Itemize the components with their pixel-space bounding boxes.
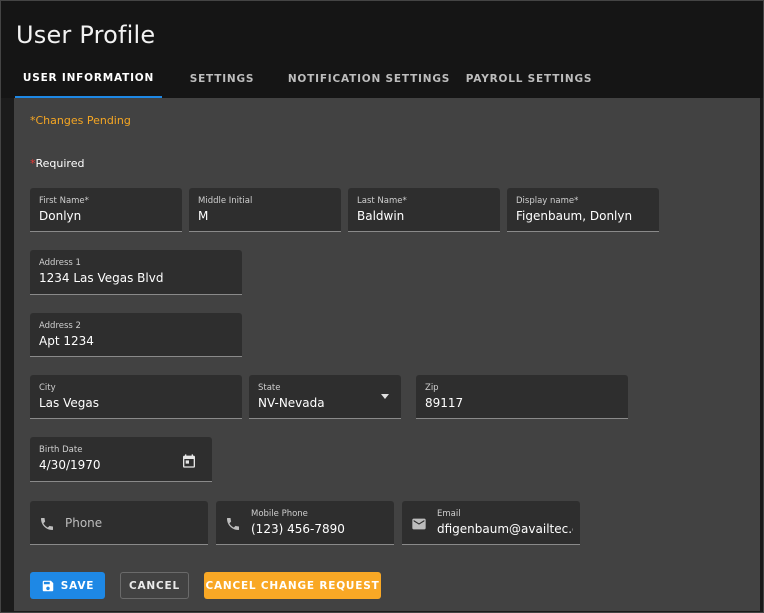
field-label: State bbox=[258, 383, 281, 393]
cancel-change-request-button[interactable]: CANCEL CHANGE REQUEST bbox=[204, 572, 381, 599]
address1-field[interactable]: Address 1 1234 Las Vegas Blvd bbox=[30, 250, 242, 295]
field-value: M bbox=[198, 209, 209, 223]
required-note: *Required bbox=[30, 157, 84, 170]
field-label: Middle Initial bbox=[198, 196, 253, 206]
tab-user-information[interactable]: USER INFORMATION bbox=[15, 60, 162, 98]
field-value: 1234 Las Vegas Blvd bbox=[39, 271, 164, 285]
field-label: Address 1 bbox=[39, 258, 81, 268]
birth-date-field[interactable]: Birth Date 4/30/1970 bbox=[30, 437, 212, 482]
field-value: (123) 456-7890 bbox=[251, 522, 345, 536]
phone-icon bbox=[41, 518, 53, 530]
save-icon bbox=[42, 580, 53, 591]
tab-payroll-settings[interactable]: PAYROLL SETTINGS bbox=[462, 60, 596, 98]
field-value: 89117 bbox=[425, 396, 464, 410]
field-value: Las Vegas bbox=[39, 396, 99, 410]
tab-label: SETTINGS bbox=[189, 73, 255, 85]
page-header: User Profile USER INFORMATION SETTINGS N… bbox=[0, 0, 764, 98]
address2-field[interactable]: Address 2 Apt 1234 bbox=[30, 313, 242, 357]
field-value: Apt 1234 bbox=[39, 334, 94, 348]
city-field[interactable]: City Las Vegas bbox=[30, 375, 242, 419]
zip-field[interactable]: Zip 89117 bbox=[416, 375, 628, 419]
tab-settings[interactable]: SETTINGS bbox=[176, 60, 268, 98]
field-value: Donlyn bbox=[39, 209, 82, 223]
field-label: Mobile Phone bbox=[251, 509, 308, 519]
field-label: Address 2 bbox=[39, 321, 81, 331]
calendar-icon[interactable] bbox=[181, 453, 197, 469]
field-label: First Name* bbox=[39, 196, 89, 206]
field-label: Last Name* bbox=[357, 196, 407, 206]
field-value: Baldwin bbox=[357, 209, 405, 223]
field-label: Birth Date bbox=[39, 445, 83, 455]
state-select[interactable]: State NV-Nevada bbox=[249, 375, 401, 419]
dropdown-arrow-icon[interactable] bbox=[381, 394, 389, 399]
email-icon bbox=[412, 518, 426, 530]
field-value: NV-Nevada bbox=[258, 396, 325, 410]
changes-pending-notice: *Changes Pending bbox=[30, 114, 131, 127]
cancel-change-request-label: CANCEL CHANGE REQUEST bbox=[205, 579, 380, 592]
last-name-field[interactable]: Last Name* Baldwin bbox=[348, 188, 500, 232]
page-title: User Profile bbox=[16, 21, 156, 49]
tab-label: PAYROLL SETTINGS bbox=[465, 73, 593, 85]
field-label: Zip bbox=[425, 383, 439, 393]
display-name-field[interactable]: Display name* Figenbaum, Donlyn bbox=[507, 188, 659, 232]
email-field[interactable]: Email dfigenbaum@availtec.co bbox=[402, 501, 580, 545]
field-value: 4/30/1970 bbox=[39, 458, 101, 472]
field-label: Display name* bbox=[516, 196, 579, 206]
field-label: City bbox=[39, 383, 56, 393]
tab-label: USER INFORMATION bbox=[22, 72, 155, 84]
field-label: Email bbox=[437, 509, 461, 519]
tab-label: NOTIFICATION SETTINGS bbox=[287, 73, 451, 85]
phone-placeholder: Phone bbox=[65, 516, 103, 530]
mobile-phone-field[interactable]: Mobile Phone (123) 456-7890 bbox=[216, 501, 394, 545]
save-button[interactable]: SAVE bbox=[30, 572, 105, 599]
required-text: Required bbox=[35, 157, 85, 170]
cancel-label: CANCEL bbox=[129, 579, 180, 592]
tab-notification-settings[interactable]: NOTIFICATION SETTINGS bbox=[284, 60, 454, 98]
first-name-field[interactable]: First Name* Donlyn bbox=[30, 188, 182, 232]
middle-initial-field[interactable]: Middle Initial M bbox=[189, 188, 341, 232]
phone-field[interactable]: Phone bbox=[30, 501, 208, 545]
cancel-button[interactable]: CANCEL bbox=[120, 572, 189, 599]
mobile-phone-icon bbox=[227, 518, 239, 530]
save-label: SAVE bbox=[60, 579, 95, 592]
field-value: Figenbaum, Donlyn bbox=[516, 209, 633, 223]
field-value: dfigenbaum@availtec.co bbox=[437, 522, 573, 536]
